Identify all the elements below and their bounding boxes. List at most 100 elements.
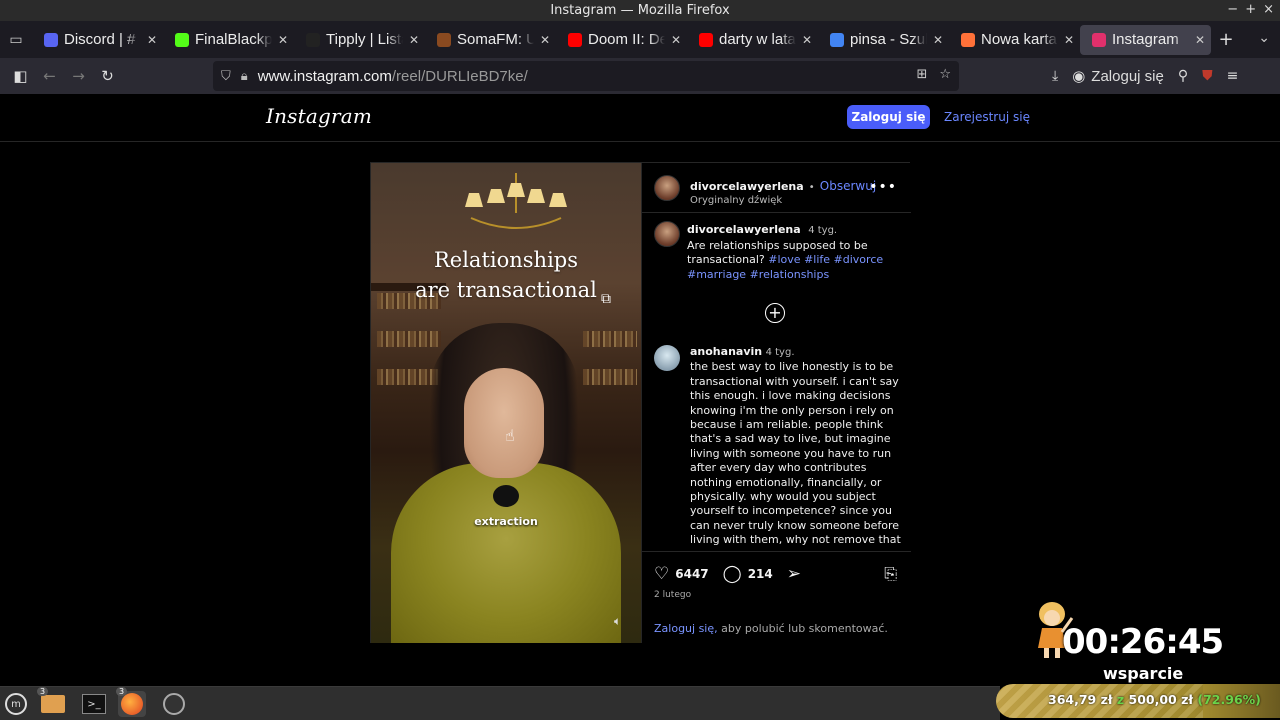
tab-close-icon[interactable]: ✕: [409, 33, 419, 47]
obs-taskbar-item[interactable]: [160, 691, 188, 717]
tab-close-icon[interactable]: ✕: [1064, 33, 1074, 47]
login-prompt-text: aby polubić lub skomentować.: [717, 622, 888, 635]
hashtag-link[interactable]: #divorce: [834, 253, 884, 266]
picture-in-picture-icon[interactable]: ⧉: [601, 291, 611, 307]
comment-count: 214: [747, 567, 773, 581]
post-date: 2 lutego: [654, 590, 692, 600]
tab-list-icon[interactable]: ▭: [0, 21, 32, 58]
tab-instagram[interactable]: Instagram ✕: [1080, 24, 1211, 55]
extensions-icon[interactable]: ⚲: [1178, 68, 1188, 84]
hashtag-link[interactable]: #marriage: [687, 268, 746, 281]
firefox-icon: [121, 693, 143, 715]
overlay-line-1: Relationships: [433, 248, 579, 272]
translate-icon[interactable]: ⊞: [916, 67, 927, 82]
lock-icon[interactable]: 🔒︎: [241, 69, 248, 84]
bookmark-star-icon[interactable]: ☆: [939, 67, 951, 82]
more-options-icon[interactable]: •••: [869, 179, 897, 195]
post-sidebar: divorcelawyerlena • Obserwuj Oryginalny …: [641, 163, 911, 643]
tab-somafm[interactable]: SomaFM: Uni ✕: [425, 21, 556, 58]
tab-label: Doom II: Deli: [588, 31, 665, 48]
signup-link[interactable]: Zarejestruj się: [944, 110, 1030, 124]
files-taskbar-item[interactable]: 3: [37, 687, 67, 717]
close-window-button[interactable]: ×: [1263, 2, 1274, 17]
books-row: [583, 369, 637, 385]
instagram-logo[interactable]: Instagram: [266, 104, 372, 128]
folder-icon: [41, 695, 65, 713]
reel-video[interactable]: Relationships are transactional ⧉ extrac…: [371, 163, 641, 643]
window-titlebar: Instagram — Mozilla Firefox − + ×: [0, 0, 1280, 21]
tab-close-icon[interactable]: ✕: [540, 33, 550, 47]
tab-google[interactable]: pinsa - Szuka ✕: [818, 21, 949, 58]
firefox-taskbar-item[interactable]: 3: [116, 687, 146, 717]
like-heart-icon[interactable]: ♡: [654, 564, 669, 584]
share-send-icon[interactable]: ➢: [787, 564, 801, 584]
sidebar-toggle-icon[interactable]: ◧: [6, 61, 35, 91]
commenter-avatar[interactable]: [654, 345, 680, 371]
reload-button[interactable]: ↻: [93, 61, 122, 91]
tab-discord[interactable]: Discord | # ✕: [32, 21, 163, 58]
audio-label[interactable]: Oryginalny dźwięk: [690, 195, 876, 206]
hashtag-link[interactable]: #love: [768, 253, 800, 266]
account-icon: ◉: [1072, 68, 1086, 85]
nav-bar: ◧ ← → ↻ ⛉ 🔒︎ www.instagram.com/reel/DURL…: [0, 58, 1280, 94]
goal-separator: z: [1116, 692, 1125, 707]
terminal-taskbar-item[interactable]: >_: [80, 691, 108, 717]
forward-button[interactable]: →: [64, 61, 93, 91]
tab-youtube[interactable]: darty w latach ✕: [687, 21, 818, 58]
hashtag-link[interactable]: #relationships: [750, 268, 830, 281]
url-text[interactable]: www.instagram.com/reel/DURLIeBD7ke/: [258, 68, 528, 85]
follow-button[interactable]: Obserwuj: [820, 179, 876, 193]
tab-firefox[interactable]: Nowa karta ✕: [949, 21, 1080, 58]
back-button[interactable]: ←: [35, 61, 64, 91]
instagram-header: Instagram Zaloguj się Zarejestruj się: [0, 94, 1280, 142]
new-tab-button[interactable]: +: [1211, 29, 1241, 50]
tab-strip: Discord | #✕FinalBlackpill✕Tipply | List…: [32, 21, 1211, 58]
load-more-comments-icon[interactable]: +: [765, 303, 785, 323]
maximize-button[interactable]: +: [1245, 2, 1256, 17]
tab-close-icon[interactable]: ✕: [147, 33, 157, 47]
tab-label: darty w latach: [719, 31, 796, 48]
desc-username[interactable]: divorcelawyerlena: [687, 223, 801, 236]
tab-bar: ▭ Discord | #✕FinalBlackpill✕Tipply | Li…: [0, 21, 1280, 58]
login-prompt-link[interactable]: Zaloguj się,: [654, 622, 718, 635]
app-menu-icon[interactable]: ≡: [1227, 68, 1239, 84]
url-bar[interactable]: ⛉ 🔒︎ www.instagram.com/reel/DURLIeBD7ke/…: [213, 61, 959, 91]
tipply-icon: [306, 32, 320, 47]
hashtag-link[interactable]: #life: [804, 253, 830, 266]
author-avatar[interactable]: [654, 175, 680, 201]
tab-close-icon[interactable]: ✕: [1195, 33, 1205, 47]
mute-icon[interactable]: 🔈︎: [614, 614, 621, 629]
login-button[interactable]: Zaloguj się: [847, 105, 930, 129]
minimize-button[interactable]: −: [1227, 2, 1238, 17]
author-username[interactable]: divorcelawyerlena: [690, 180, 804, 193]
tab-overflow-icon[interactable]: ⌄: [1258, 30, 1270, 46]
tab-close-icon[interactable]: ✕: [278, 33, 288, 47]
window-title: Instagram — Mozilla Firefox: [550, 3, 730, 18]
start-menu-icon[interactable]: m: [2, 691, 30, 717]
goal-current: 364,79 zł: [1048, 692, 1113, 707]
support-label: wsparcie: [1103, 664, 1184, 683]
hand-cursor-icon: ☝: [505, 426, 515, 445]
desc-avatar[interactable]: [654, 221, 680, 247]
downloads-icon[interactable]: ⤓: [1052, 68, 1058, 84]
tab-close-icon[interactable]: ✕: [802, 33, 812, 47]
url-path: /reel/DURLIeBD7ke/: [391, 67, 528, 85]
tab-close-icon[interactable]: ✕: [933, 33, 943, 47]
account-button[interactable]: ◉ Zaloguj się: [1072, 67, 1164, 86]
login-prompt: Zaloguj się, aby polubić lub skomentować…: [654, 622, 888, 635]
reel-post: Relationships are transactional ⧉ extrac…: [370, 162, 911, 643]
ublock-icon[interactable]: ⛊: [1202, 68, 1213, 84]
tab-tipply[interactable]: Tipply | Lista ✕: [294, 21, 425, 58]
tab-close-icon[interactable]: ✕: [671, 33, 681, 47]
follow-separator: •: [808, 182, 815, 193]
discord-icon: [44, 32, 58, 47]
firefox-icon: [961, 32, 975, 47]
tab-youtube[interactable]: Doom II: Deli ✕: [556, 21, 687, 58]
author-info: divorcelawyerlena • Obserwuj Oryginalny …: [690, 175, 876, 206]
tab-kick[interactable]: FinalBlackpill ✕: [163, 21, 294, 58]
books-row: [583, 331, 637, 347]
save-bookmark-icon[interactable]: ⎘: [884, 564, 897, 584]
shield-icon[interactable]: ⛉: [221, 69, 231, 84]
comment-bubble-icon[interactable]: ◯: [723, 564, 742, 584]
comment-username[interactable]: anohanavin: [690, 345, 762, 358]
